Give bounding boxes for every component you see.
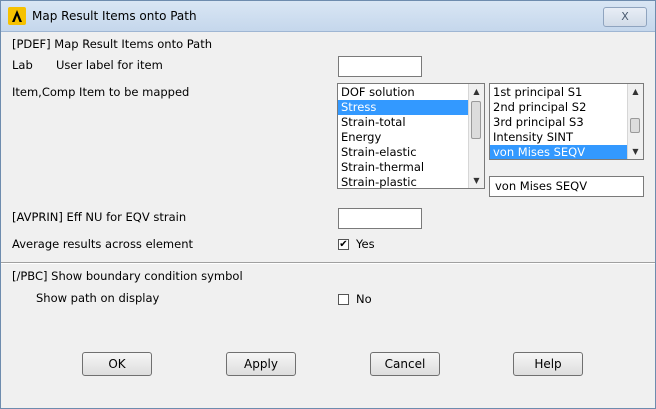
component-scrollbar[interactable]: ▲ ▼ <box>627 84 643 159</box>
item-scroll-thumb[interactable] <box>471 101 481 139</box>
item-list-option[interactable]: Energy <box>338 130 468 145</box>
scroll-down-icon[interactable]: ▼ <box>469 173 484 188</box>
ok-button[interactable]: OK <box>82 352 152 376</box>
section-divider <box>1 262 655 264</box>
item-list-option[interactable]: Strain-plastic <box>338 175 468 188</box>
pbc-header: [/PBC] Show boundary condition symbol <box>12 269 243 283</box>
avprin-label: [AVPRIN] Eff NU for EQV strain <box>12 210 187 224</box>
apply-button[interactable]: Apply <box>226 352 296 376</box>
average-results-option: Yes <box>356 237 375 251</box>
pdef-header: [PDEF] Map Result Items onto Path <box>12 37 213 51</box>
checkmark-icon: ✔ <box>339 239 348 250</box>
cancel-button[interactable]: Cancel <box>370 352 440 376</box>
avprin-input[interactable] <box>338 208 422 229</box>
item-scrollbar[interactable]: ▲ ▼ <box>468 84 484 188</box>
average-results-checkbox[interactable]: ✔ <box>338 239 349 250</box>
scroll-down-icon[interactable]: ▼ <box>628 144 643 159</box>
component-scroll-thumb[interactable] <box>630 118 640 133</box>
component-list-option[interactable]: 1st principal S1 <box>490 85 627 100</box>
component-listbox[interactable]: 1st principal S1 2nd principal S2 3rd prin… <box>489 83 644 160</box>
component-list-option[interactable]: von Mises SEQV <box>490 145 627 159</box>
item-list-option[interactable]: Stress <box>338 100 468 115</box>
show-path-option: No <box>356 292 372 306</box>
close-icon: X <box>621 10 629 23</box>
scroll-up-icon[interactable]: ▲ <box>628 84 643 99</box>
component-list-option[interactable]: Intensity SINT <box>490 130 627 145</box>
item-list-option[interactable]: Strain-elastic <box>338 145 468 160</box>
component-value-field[interactable]: von Mises SEQV <box>489 176 644 197</box>
item-comp-label: Item,Comp Item to be mapped <box>12 85 190 99</box>
item-listbox[interactable]: DOF solution Stress Strain-total Energy Stra… <box>337 83 485 189</box>
scroll-up-icon[interactable]: ▲ <box>469 84 484 99</box>
title-bar: Map Result Items onto Path X <box>1 1 655 32</box>
lab-input[interactable] <box>338 56 422 77</box>
close-button[interactable]: X <box>603 7 647 27</box>
item-list-option[interactable]: DOF solution <box>338 85 468 100</box>
lab-label: Lab <box>12 58 33 72</box>
component-list-option[interactable]: 2nd principal S2 <box>490 100 627 115</box>
show-path-checkbox[interactable] <box>338 294 349 305</box>
average-results-label: Average results across element <box>12 237 194 251</box>
dialog-window: Map Result Items onto Path X [PDEF] Map … <box>0 0 656 409</box>
item-list-option[interactable]: Strain-thermal <box>338 160 468 175</box>
lab-description: User label for item <box>56 58 163 72</box>
item-list-option[interactable]: Strain-total <box>338 115 468 130</box>
help-button[interactable]: Help <box>513 352 583 376</box>
window-title: Map Result Items onto Path <box>32 9 197 23</box>
show-path-label: Show path on display <box>36 291 160 305</box>
component-list-option[interactable]: 3rd principal S3 <box>490 115 627 130</box>
ansys-logo-icon <box>8 7 26 25</box>
